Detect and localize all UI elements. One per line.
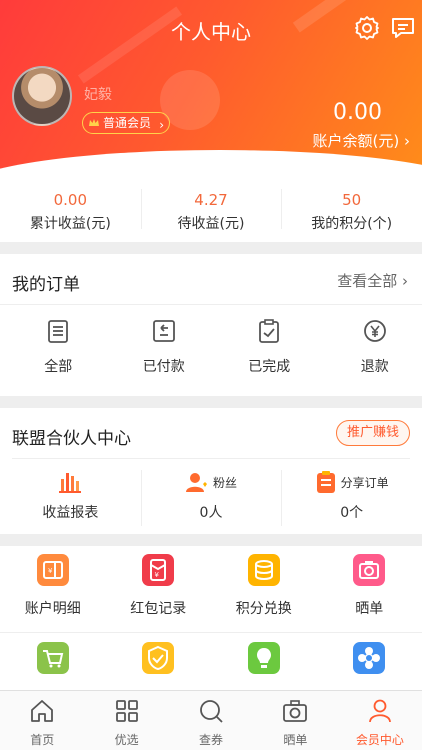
avatar[interactable] bbox=[12, 66, 72, 126]
stat-label: 累计收益(元) bbox=[29, 216, 111, 232]
stat-total-earnings[interactable]: 0.00 累计收益(元) bbox=[0, 175, 141, 242]
grid-item-label: 积分兑换 bbox=[235, 601, 292, 617]
username: 妃毅 bbox=[84, 87, 112, 103]
account-details-button[interactable]: ¥ 账户明细 bbox=[0, 554, 106, 618]
message-icon[interactable] bbox=[389, 14, 417, 42]
grid-icon bbox=[115, 700, 138, 722]
search-icon bbox=[200, 700, 223, 723]
tab-label: 首页 bbox=[30, 733, 55, 747]
chevron-right-icon: › bbox=[159, 118, 165, 132]
bar-chart-icon bbox=[59, 473, 82, 493]
header-wave bbox=[0, 150, 422, 175]
grid-item-label: 晒单 bbox=[355, 601, 384, 617]
member-level-label: 普通会员 bbox=[103, 116, 152, 130]
tab-label: 会员中心 bbox=[355, 733, 404, 747]
yen-refund-icon bbox=[363, 320, 386, 342]
tips-button[interactable] bbox=[211, 642, 317, 674]
partner-center-title: 联盟合伙人中心 bbox=[12, 429, 131, 449]
stat-label: 我的积分(个) bbox=[311, 216, 393, 232]
partner-center-card: 联盟合伙人中心 推广赚钱 收益报表 粉丝 0人 分享订单 0个 bbox=[0, 408, 422, 534]
settings-grid-button[interactable] bbox=[317, 642, 422, 674]
stat-value: 4.27 bbox=[194, 191, 228, 209]
order-filter-label: 退款 bbox=[360, 359, 389, 375]
shield-check-icon bbox=[142, 642, 175, 674]
clipboard-icon bbox=[48, 320, 69, 343]
bottom-tab-bar: 首页 优选 查券 晒单 会员中心 bbox=[0, 690, 422, 750]
shared-orders-stat[interactable]: 分享订单 0个 bbox=[281, 466, 422, 530]
earnings-stats: 0.00 累计收益(元) 4.27 待收益(元) 50 我的积分(个) bbox=[0, 175, 422, 242]
coins-icon bbox=[247, 554, 280, 586]
red-packet-icon: ¥ bbox=[142, 554, 175, 586]
orders-title: 我的订单 bbox=[12, 275, 80, 295]
balance-link[interactable]: 账户余额(元) › bbox=[313, 130, 410, 151]
fans-stat[interactable]: 粉丝 0人 bbox=[140, 466, 282, 530]
bulb-icon bbox=[247, 642, 280, 674]
shared-orders-caption: 分享订单 bbox=[340, 475, 389, 490]
stat-value: 0.00 bbox=[53, 191, 88, 209]
tab-coupons[interactable]: 查券 bbox=[169, 691, 253, 750]
stat-value: 50 bbox=[342, 191, 362, 209]
tab-member-center[interactable]: 会员中心 bbox=[338, 691, 422, 750]
balance-value: 0.00 bbox=[333, 100, 382, 125]
profile-header: 个人中心 妃毅 普通会员 › 0.00 账户余额(元) › bbox=[0, 0, 422, 175]
check-clipboard-icon bbox=[259, 319, 280, 343]
points-exchange-button[interactable]: 积分兑换 bbox=[211, 554, 317, 618]
grid-item-label: 红包记录 bbox=[130, 601, 187, 617]
red-packet-records-button[interactable]: ¥ 红包记录 bbox=[106, 554, 212, 618]
guarantee-button[interactable] bbox=[106, 642, 212, 674]
stat-pending-earnings[interactable]: 4.27 待收益(元) bbox=[140, 175, 282, 242]
order-filter-label: 已完成 bbox=[248, 359, 291, 375]
order-filter-label: 全部 bbox=[44, 359, 73, 375]
shared-orders-count: 0个 bbox=[340, 505, 364, 521]
order-filter-all[interactable]: 全部 bbox=[11, 318, 106, 376]
order-filter-refund[interactable]: 退款 bbox=[328, 318, 422, 376]
fans-caption: 粉丝 bbox=[213, 475, 238, 490]
divider bbox=[12, 458, 410, 459]
tab-featured[interactable]: 优选 bbox=[84, 691, 168, 750]
tab-label: 优选 bbox=[114, 733, 139, 747]
earnings-report-label: 收益报表 bbox=[42, 505, 99, 521]
svg-text:¥: ¥ bbox=[48, 567, 53, 575]
cart-button[interactable] bbox=[0, 642, 106, 674]
home-icon bbox=[31, 700, 54, 722]
account-detail-icon: ¥ bbox=[36, 554, 69, 586]
member-level-badge[interactable]: 普通会员 › bbox=[82, 112, 171, 134]
tab-label: 查券 bbox=[199, 733, 224, 747]
order-filter-paid[interactable]: 已付款 bbox=[117, 318, 212, 376]
cart-icon bbox=[36, 642, 69, 674]
flower-icon bbox=[353, 642, 386, 674]
share-order-icon bbox=[316, 471, 335, 493]
fans-icon bbox=[186, 473, 207, 492]
my-orders-card: 我的订单 查看全部 › 全部 已付款 已完成 退款 bbox=[0, 254, 422, 396]
divider bbox=[0, 304, 422, 305]
gear-icon[interactable] bbox=[353, 14, 381, 42]
camera-icon bbox=[283, 700, 308, 722]
order-filter-label: 已付款 bbox=[142, 359, 185, 375]
stat-label: 待收益(元) bbox=[177, 216, 245, 232]
fans-count: 0人 bbox=[199, 505, 223, 521]
svg-text:¥: ¥ bbox=[155, 571, 160, 579]
view-all-orders-link[interactable]: 查看全部 › bbox=[337, 270, 408, 291]
tab-label: 晒单 bbox=[283, 733, 308, 747]
crown-icon bbox=[89, 119, 99, 126]
order-filter-completed[interactable]: 已完成 bbox=[222, 318, 317, 376]
show-order-button[interactable]: 晒单 bbox=[317, 554, 422, 618]
stat-points[interactable]: 50 我的积分(个) bbox=[281, 175, 422, 242]
user-icon bbox=[368, 699, 391, 723]
divider bbox=[0, 632, 422, 633]
tab-show-order[interactable]: 晒单 bbox=[253, 691, 337, 750]
promote-earn-button[interactable]: 推广赚钱 bbox=[335, 420, 410, 446]
tab-home[interactable]: 首页 bbox=[0, 691, 84, 750]
paid-icon bbox=[152, 320, 175, 342]
grid-item-label: 账户明细 bbox=[24, 601, 81, 617]
earnings-report[interactable]: 收益报表 bbox=[0, 466, 141, 530]
feature-grid: ¥ 账户明细 ¥ 红包记录 积分兑换 晒单 bbox=[0, 546, 422, 691]
camera-icon bbox=[353, 554, 386, 586]
